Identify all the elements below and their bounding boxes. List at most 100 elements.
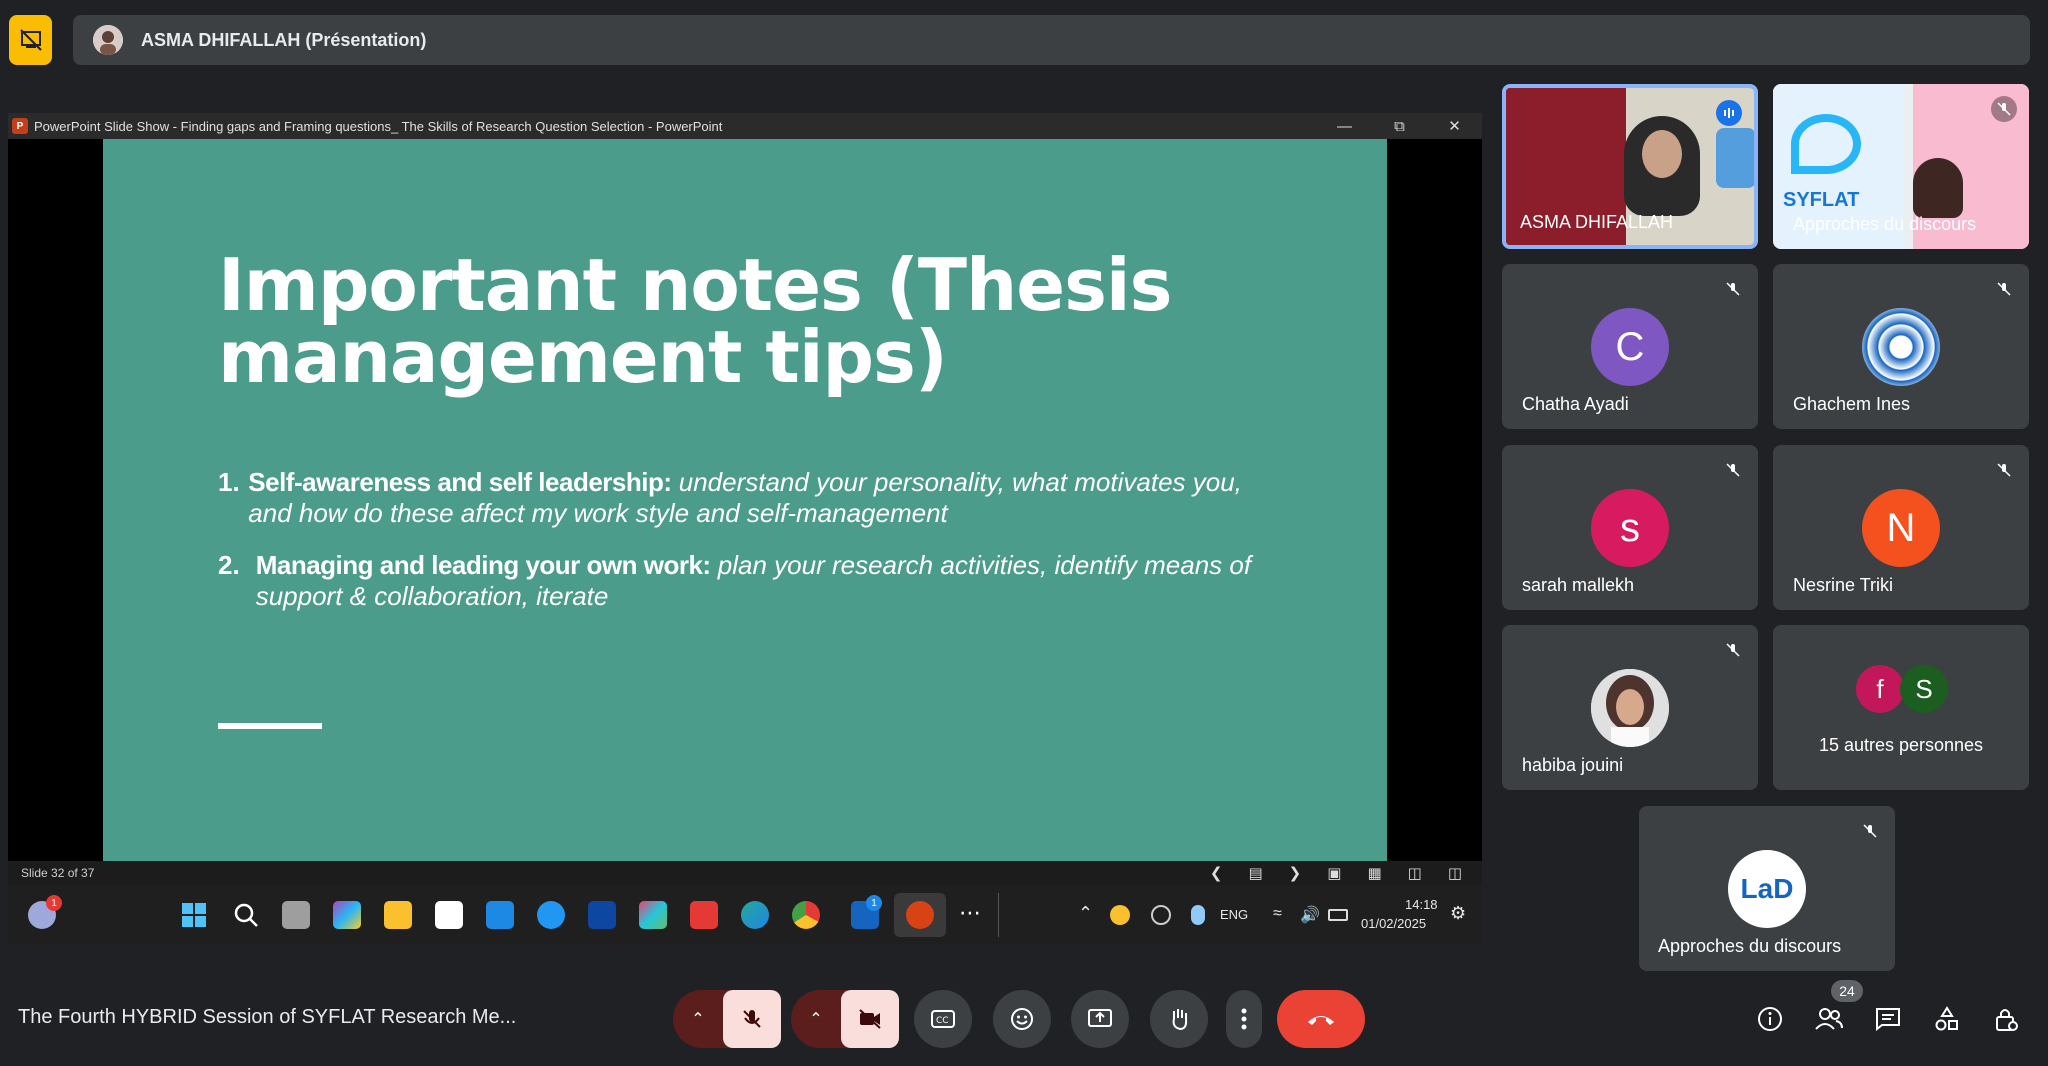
camera-control: ⌃	[791, 990, 899, 1048]
task-view-icon[interactable]	[282, 901, 310, 929]
slide-accent-bar	[218, 723, 322, 729]
captions-icon[interactable]: CC	[914, 990, 972, 1048]
more-apps-icon[interactable]: ⋯	[956, 901, 984, 929]
muted-icon	[1991, 457, 2017, 483]
microphone-tray-icon[interactable]	[1191, 905, 1205, 925]
hp-icon[interactable]	[486, 901, 514, 929]
slide-title: Important notes (Thesis management tips)	[218, 249, 1218, 393]
slide-sorter-icon[interactable]: ▦	[1367, 864, 1381, 882]
sync-icon[interactable]	[1151, 905, 1171, 925]
participant-name: Approches du discours	[1658, 936, 1842, 956]
participant-tile[interactable]: ASMA DHIFALLAH	[1502, 84, 1758, 249]
clock-date[interactable]: 01/02/2025	[1361, 916, 1426, 931]
search-icon[interactable]	[232, 901, 260, 929]
avatar	[1862, 308, 1940, 386]
meeting-title: The Fourth HYBRID Session of SYFLAT Rese…	[18, 1006, 517, 1028]
weather-badge: 1	[46, 895, 62, 911]
avatar: N	[1862, 489, 1940, 567]
others-tile[interactable]: f S 15 autres personnes	[1773, 625, 2029, 790]
more-options-icon[interactable]	[1226, 990, 1262, 1048]
host-controls-icon[interactable]	[1990, 1003, 2022, 1035]
copilot-icon[interactable]	[333, 901, 361, 929]
presenter-avatar	[93, 25, 123, 55]
slide-title-line2: management tips)	[218, 315, 948, 399]
presenter-bar: ASMA DHIFALLAH (Présentation)	[73, 15, 2030, 65]
participant-tile[interactable]: habiba jouini	[1502, 625, 1758, 790]
participant-tile[interactable]: SYFLAT Approches du discours	[1773, 84, 2029, 249]
wifi-icon[interactable]: ≈	[1273, 905, 1282, 923]
participant-name: habiba jouini	[1522, 755, 1624, 775]
people-icon[interactable]	[1813, 1003, 1845, 1035]
powerpoint-icon: P	[12, 118, 28, 134]
slide-menu-icon[interactable]: ▤	[1248, 864, 1262, 882]
prev-slide-icon[interactable]: ❮	[1210, 864, 1223, 882]
list-item-heading: Managing and leading your own work:	[255, 550, 711, 580]
avatar: f	[1856, 665, 1904, 713]
activities-icon[interactable]	[1931, 1003, 1963, 1035]
raise-hand-icon[interactable]	[1150, 990, 1208, 1048]
volume-icon[interactable]: 🔊	[1300, 905, 1320, 925]
reading-view-icon[interactable]: ◫	[1408, 864, 1422, 882]
todo-badge: 1	[866, 895, 882, 911]
edge-icon[interactable]	[741, 901, 769, 929]
minimize-icon[interactable]: —	[1317, 113, 1372, 139]
ppt-window-title: PowerPoint Slide Show - Finding gaps and…	[34, 118, 723, 134]
participant-name: sarah mallekh	[1522, 575, 1635, 595]
camera-off-icon[interactable]	[841, 990, 899, 1048]
ppt-status-bar: Slide 32 of 37 ❮ ▤ ❯ ▣ ▦ ◫ ◫	[8, 861, 1482, 885]
normal-view-icon[interactable]: ▣	[1327, 864, 1341, 882]
info-icon[interactable]	[1754, 1003, 1786, 1035]
windows-taskbar: 1 1 ⋯ ⌃ ENG ≈ 🔊 14:18 01/02/2025 ⚙	[8, 885, 1482, 945]
presentation-indicator-icon[interactable]	[9, 15, 52, 65]
avatar: C	[1591, 308, 1669, 386]
store-icon[interactable]	[435, 901, 463, 929]
muted-icon	[1720, 276, 1746, 302]
participant-name: Nesrine Triki	[1793, 575, 1894, 595]
chat-icon[interactable]	[1872, 1003, 1904, 1035]
chevron-up-icon[interactable]: ⌃	[791, 990, 841, 1048]
language-indicator[interactable]: ENG	[1220, 907, 1248, 922]
slideshow-view-icon[interactable]: ◫	[1448, 864, 1462, 882]
shared-screen: P PowerPoint Slide Show - Finding gaps a…	[8, 113, 1482, 945]
speaking-indicator-icon	[1716, 100, 1742, 126]
m365-icon[interactable]	[639, 901, 667, 929]
present-screen-icon[interactable]	[1071, 990, 1129, 1048]
participant-tile[interactable]: LaD Approches du discours	[1639, 806, 1895, 971]
help-icon[interactable]	[537, 901, 565, 929]
chevron-up-icon[interactable]: ⌃	[673, 990, 723, 1048]
file-explorer-icon[interactable]	[384, 901, 412, 929]
participant-tile[interactable]: s sarah mallekh	[1502, 445, 1758, 610]
participant-name: Approches du discours	[1793, 214, 1977, 234]
participant-count-badge: 24	[1831, 980, 1863, 1002]
others-count: 15 autres personnes	[1818, 735, 1984, 755]
muted-icon	[1991, 96, 2017, 122]
emoji-icon[interactable]	[993, 990, 1051, 1048]
list-item: 1. Self-awareness and self leadership: u…	[218, 467, 1278, 529]
onedrive-icon[interactable]	[1110, 905, 1130, 925]
participant-tile[interactable]: C Chatha Ayadi	[1502, 264, 1758, 429]
outlook-icon[interactable]	[588, 901, 616, 929]
clock-time[interactable]: 14:18	[1405, 897, 1438, 912]
participant-tile[interactable]: N Nesrine Triki	[1773, 445, 2029, 610]
lad-logo: LaD	[1728, 850, 1806, 928]
notification-icon[interactable]: ⚙	[1450, 903, 1466, 924]
close-icon[interactable]: ✕	[1427, 113, 1482, 139]
avatar	[1591, 669, 1669, 747]
windows-start-icon[interactable]	[180, 901, 208, 929]
battery-icon[interactable]	[1328, 909, 1348, 921]
next-slide-icon[interactable]: ❯	[1289, 864, 1302, 882]
muted-icon	[1720, 637, 1746, 663]
participant-name: Ghachem Ines	[1793, 394, 1911, 414]
chrome-icon[interactable]	[792, 901, 820, 929]
show-hidden-icons-icon[interactable]: ⌃	[1078, 903, 1093, 924]
participant-tile[interactable]: Ghachem Ines	[1773, 264, 2029, 429]
participant-name: Chatha Ayadi	[1522, 394, 1629, 414]
mic-off-icon[interactable]	[723, 990, 781, 1048]
list-item-heading: Self-awareness and self leadership:	[248, 467, 672, 497]
avatar: S	[1900, 665, 1948, 713]
slide-counter: Slide 32 of 37	[21, 866, 95, 880]
youtube-icon[interactable]	[690, 901, 718, 929]
powerpoint-taskbar-button[interactable]	[894, 893, 946, 937]
restore-icon[interactable]: ⧉	[1372, 113, 1427, 139]
leave-call-button[interactable]	[1277, 990, 1365, 1048]
